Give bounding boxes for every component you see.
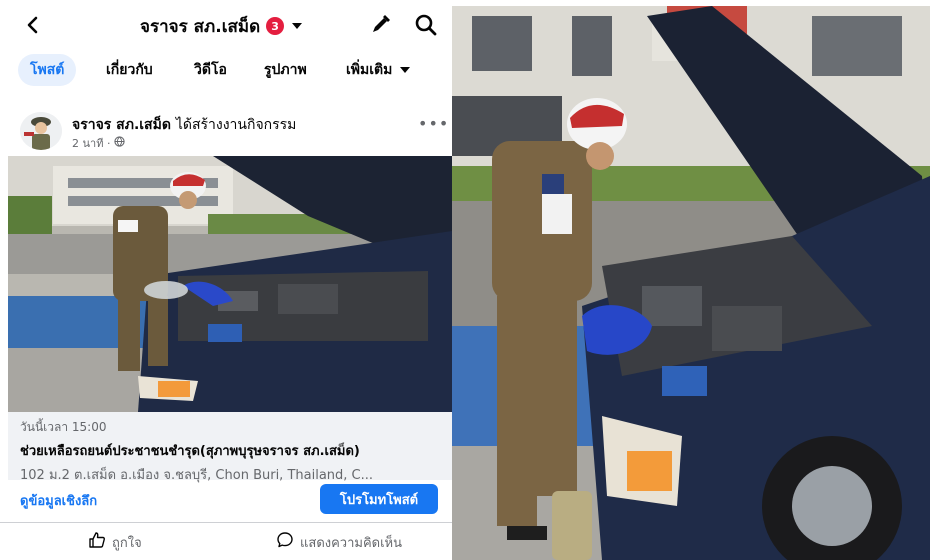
page-tabs: โพสต์ เกี่ยวกับ วิดีโอ รูปภาพ เพิ่มเติม <box>0 54 452 88</box>
tab-about[interactable]: เกี่ยวกับ <box>94 54 165 86</box>
chevron-left-icon[interactable] <box>20 12 46 38</box>
tab-more[interactable]: เพิ่มเติม <box>334 54 411 86</box>
event-title: ช่วยเหลือรถยนต์ประชาชนชำรุด(สุภาพบุรุษจร… <box>20 444 360 459</box>
tab-photos[interactable]: รูปภาพ <box>252 54 319 86</box>
thumbs-up-icon <box>88 531 106 553</box>
post-author[interactable]: จราจร สภ.เสม็ด ได้สร้างงานกิจกรรม <box>72 114 296 136</box>
notification-badge: 3 <box>266 17 285 35</box>
event-location: 102 ม.2 ต.เสม็ด อ.เมือง จ.ชลบุรี, Chon B… <box>20 468 374 483</box>
more-options-button[interactable]: ••• <box>418 114 449 133</box>
top-bar: จราจร สภ.เสม็ด 3 <box>0 0 452 50</box>
officer-helping-car-photo <box>452 6 930 560</box>
event-datetime: วันนี้เวลา 15:00 <box>20 420 107 434</box>
like-label: ถูกใจ <box>112 535 142 551</box>
post-author-name: จราจร สภ.เสม็ด <box>72 117 171 133</box>
insights-link[interactable]: ดูข้อมูลเชิงลึก <box>20 490 97 511</box>
post-time: 2 นาที · <box>72 137 111 150</box>
search-icon[interactable] <box>414 13 438 37</box>
reaction-bar: ถูกใจ แสดงความคิดเห็น <box>0 522 452 556</box>
comment-icon <box>276 531 294 553</box>
chevron-down-icon <box>400 67 411 73</box>
post-photo-image <box>8 156 452 412</box>
pencil-icon[interactable] <box>368 13 392 37</box>
promote-post-button[interactable]: โปรโมทโพสต์ <box>320 484 438 514</box>
tab-more-label: เพิ่มเติม <box>346 62 393 78</box>
post-photo[interactable] <box>8 156 452 412</box>
post-header: จราจร สภ.เสม็ด ได้สร้างงานกิจกรรม 2 นาที… <box>0 110 452 152</box>
avatar[interactable] <box>20 112 62 150</box>
post-meta: 2 นาที · <box>72 134 126 152</box>
globe-icon <box>114 136 126 150</box>
like-button[interactable]: ถูกใจ <box>88 531 142 553</box>
event-card[interactable]: วันนี้เวลา 15:00 ช่วยเหลือรถยนต์ประชาชนช… <box>8 412 452 483</box>
post-action-text: ได้สร้างงานกิจกรรม <box>175 117 297 133</box>
photo-image <box>452 6 930 560</box>
comment-label: แสดงความคิดเห็น <box>300 535 403 551</box>
comment-button[interactable]: แสดงความคิดเห็น <box>276 531 402 553</box>
tab-posts[interactable]: โพสต์ <box>18 54 77 86</box>
page-title: จราจร สภ.เสม็ด <box>140 16 261 37</box>
page-switcher[interactable]: จราจร สภ.เสม็ด 3 <box>140 12 303 40</box>
tab-videos[interactable]: วิดีโอ <box>182 54 239 86</box>
facebook-page-screen: จราจร สภ.เสม็ด 3 โพสต์ เกี่ยวกับ วิดีโอ … <box>0 0 452 560</box>
chevron-down-icon <box>292 23 303 29</box>
